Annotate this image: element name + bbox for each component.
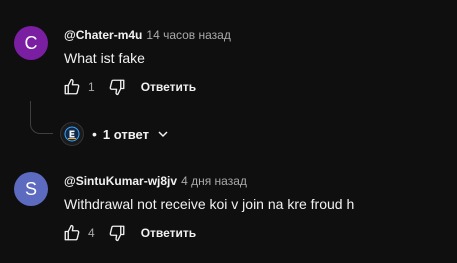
dislike-button[interactable] bbox=[107, 223, 127, 243]
comment-time[interactable]: 14 часов назад bbox=[146, 28, 230, 42]
comment-header: @SintuKumar-wj8jv 4 дня назад bbox=[64, 174, 247, 188]
comment-actions: 1 Ответить bbox=[62, 77, 196, 97]
reply-button[interactable]: Ответить bbox=[141, 226, 196, 240]
like-button[interactable] bbox=[62, 77, 82, 97]
avatar-letter: C bbox=[24, 32, 38, 53]
avatar[interactable]: C bbox=[14, 26, 48, 60]
comment-author[interactable]: @Chater-m4u bbox=[64, 28, 142, 42]
reply-button[interactable]: Ответить bbox=[141, 80, 196, 94]
comment-header: @Chater-m4u 14 часов назад bbox=[64, 28, 231, 42]
channel-logo-icon bbox=[64, 126, 80, 142]
comment-text: What ist fake bbox=[64, 50, 145, 66]
comments-section: C @Chater-m4u 14 часов назад What ist fak… bbox=[0, 0, 457, 263]
chevron-down-icon bbox=[157, 128, 169, 140]
show-replies-button[interactable]: • 1 ответ bbox=[60, 122, 169, 146]
thumbs-down-icon bbox=[109, 79, 125, 96]
thumbs-down-icon bbox=[109, 225, 125, 242]
thumbs-up-icon bbox=[64, 78, 80, 95]
replies-count-label[interactable]: 1 ответ bbox=[103, 127, 149, 142]
comment-actions: 4 Ответить bbox=[62, 223, 196, 243]
comment-time[interactable]: 4 дня назад bbox=[181, 174, 247, 188]
like-count: 4 bbox=[88, 226, 95, 240]
thumbs-up-icon bbox=[64, 224, 80, 241]
replies-bullet: • bbox=[92, 126, 97, 142]
comment-text: Withdrawal not receive koi v join na kre… bbox=[64, 196, 355, 212]
comment-author[interactable]: @SintuKumar-wj8jv bbox=[64, 174, 177, 188]
reply-author-avatar bbox=[60, 122, 84, 146]
like-button[interactable] bbox=[62, 223, 82, 243]
avatar[interactable]: S bbox=[14, 172, 48, 206]
dislike-button[interactable] bbox=[107, 77, 127, 97]
avatar-letter: S bbox=[24, 178, 37, 199]
thread-connector bbox=[30, 101, 53, 134]
like-count: 1 bbox=[88, 80, 95, 94]
